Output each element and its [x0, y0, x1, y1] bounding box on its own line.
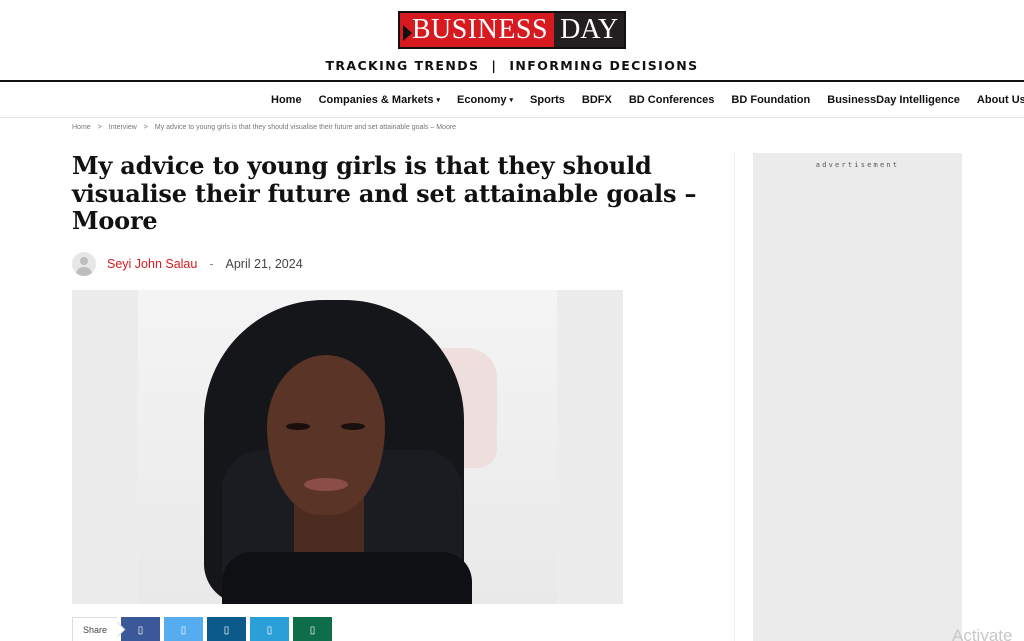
nav-item-businessday-intelligence[interactable]: BusinessDay Intelligence: [827, 94, 960, 106]
facebook-icon: ▯: [137, 624, 144, 636]
share-telegram-button[interactable]: ▯: [250, 617, 289, 641]
breadcrumb-home[interactable]: Home: [72, 124, 91, 131]
logo-arrow-icon: [402, 25, 412, 41]
ad-label: advertisement: [815, 161, 900, 169]
publish-date: April 21, 2024: [225, 257, 303, 271]
share-whatsapp-button[interactable]: ▯: [293, 617, 332, 641]
tagline-separator: |: [491, 58, 498, 73]
meta-separator: -: [209, 257, 214, 271]
breadcrumb-separator: >: [143, 124, 148, 131]
tagline-right: INFORMING DECISIONS: [509, 58, 699, 73]
article-hero-image: [72, 290, 623, 604]
share-linkedin-button[interactable]: ▯: [207, 617, 246, 641]
share-facebook-button[interactable]: ▯: [121, 617, 160, 641]
nav-item-bdfx[interactable]: BDFX: [582, 94, 612, 106]
telegram-icon: ▯: [266, 624, 273, 636]
nav-item-companies-markets[interactable]: Companies & Markets ▾: [319, 94, 440, 106]
chevron-down-icon: ▾: [509, 97, 514, 104]
site-logo[interactable]: BUSINESS DAY: [397, 11, 627, 49]
site-logo-wrap: BUSINESS DAY: [0, 11, 1024, 49]
share-bar: Share ▯ ▯ ▯ ▯ ▯: [72, 617, 332, 641]
twitter-icon: ▯: [180, 624, 187, 636]
breadcrumb: Home > Interview > My advice to young girls …: [72, 124, 456, 131]
sidebar-advertisement[interactable]: advertisement: [753, 153, 962, 641]
content-sidebar-divider: [734, 152, 735, 641]
article-meta: Seyi John Salau - April 21, 2024: [72, 252, 303, 276]
nav-item-bd-foundation[interactable]: BD Foundation: [731, 94, 810, 106]
logo-business: BUSINESS: [399, 13, 555, 47]
nav-item-bd-conferences[interactable]: BD Conferences: [629, 94, 715, 106]
nav-item-home[interactable]: Home: [271, 94, 302, 106]
site-tagline: TRACKING TRENDS | INFORMING DECISIONS: [0, 58, 1024, 73]
author-avatar-icon[interactable]: [72, 252, 96, 276]
logo-day: DAY: [554, 13, 625, 47]
share-label: Share: [72, 617, 117, 641]
os-activation-watermark: Activate: [952, 626, 1013, 641]
nav-item-economy[interactable]: Economy ▾: [457, 94, 513, 106]
chevron-down-icon: ▾: [436, 97, 441, 104]
nav-item-sports[interactable]: Sports: [530, 94, 565, 106]
breadcrumb-separator: >: [97, 124, 102, 131]
tagline-left: TRACKING TRENDS: [325, 58, 480, 73]
breadcrumb-current: My advice to young girls is that they sh…: [154, 124, 457, 131]
share-twitter-button[interactable]: ▯: [164, 617, 203, 641]
nav-item-about-us[interactable]: About Us▾: [977, 94, 1024, 106]
linkedin-icon: ▯: [223, 624, 230, 636]
author-link[interactable]: Seyi John Salau: [107, 257, 197, 271]
breadcrumb-interview[interactable]: Interview: [109, 124, 137, 131]
main-nav: Home Companies & Markets ▾ Economy ▾ Sport…: [0, 82, 1024, 118]
article-title: My advice to young girls is that they sh…: [72, 151, 697, 235]
whatsapp-icon: ▯: [309, 624, 316, 636]
